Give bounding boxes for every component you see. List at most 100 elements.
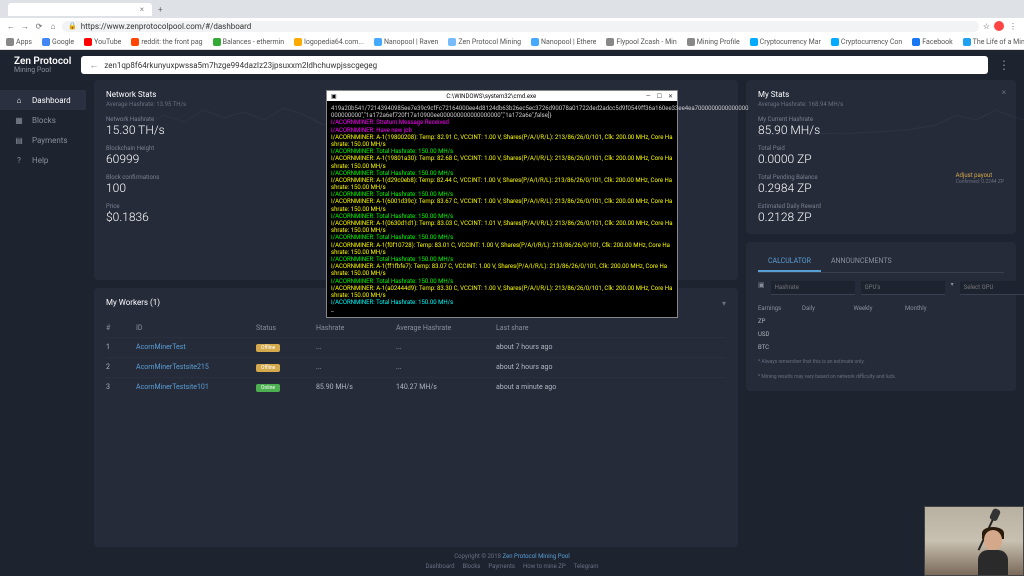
bookmark-item[interactable]: Zen Protocol Mining xyxy=(448,38,521,46)
terminal-line: 000000000","1a172a6ef720f17a10900ee00000… xyxy=(331,112,673,119)
terminal-line: I/ACORNMINER: Total Hashrate: 150.00 MH/… xyxy=(331,170,673,177)
network-stats-panel: Network Stats Average Hashrate: 13.95 TH… xyxy=(94,80,738,280)
bookmark-item[interactable]: logopedia64.com... xyxy=(294,38,364,46)
panel-title: My Stats xyxy=(758,90,1004,99)
col-earnings: Earnings xyxy=(758,305,798,312)
bookmark-item[interactable]: Flypool Zcash - Min xyxy=(606,38,676,46)
terminal-line: I/ACORNMINER: A-1(f0f10728): Temp: 83.01… xyxy=(331,242,673,249)
footer: Copyright © 2018 Zen Protocol Mining Poo… xyxy=(0,547,1024,576)
dashboard-icon: ▣ xyxy=(758,281,765,295)
logo: Zen Protocol Mining Pool xyxy=(14,56,71,75)
calc-header-row: Earnings Daily Weekly Monthly xyxy=(758,305,1004,312)
bookmark-item[interactable]: Nanopool | Raven xyxy=(374,38,438,46)
tab-calculator[interactable]: CALCULATOR xyxy=(758,252,821,272)
profile-avatar[interactable] xyxy=(994,21,1004,31)
col-daily: Daily xyxy=(802,305,850,312)
footer-nav-link[interactable]: How to mine ZP xyxy=(523,563,566,570)
payments-icon: ▤ xyxy=(14,135,24,145)
bookmark-item[interactable]: YouTube xyxy=(84,38,121,46)
terminal-titlebar[interactable]: ▣ C:\WINDOWS\system32\cmd.exe — ☐ ✕ xyxy=(327,91,677,101)
home-icon: ⌂ xyxy=(14,95,24,105)
webcam-overlay xyxy=(924,506,1024,576)
minimize-icon[interactable]: — xyxy=(646,93,651,100)
terminal-line: shrate: 150.00 MH/s xyxy=(331,292,673,299)
sidebar-item-blocks[interactable]: ▦ Blocks xyxy=(0,110,86,130)
maximize-icon[interactable]: ☐ xyxy=(657,93,662,100)
terminal-window[interactable]: ▣ C:\WINDOWS\system32\cmd.exe — ☐ ✕ 419a… xyxy=(326,90,678,318)
col-last: Last share xyxy=(496,319,726,337)
bookmark-icon[interactable]: ☆ xyxy=(983,22,990,31)
bookmark-item[interactable]: Google xyxy=(42,38,74,46)
footer-nav-link[interactable]: Blocks xyxy=(462,563,480,570)
terminal-body[interactable]: 419a20b541/72143940985ee7e39c9cfFc721640… xyxy=(327,101,677,317)
terminal-line: I/ACORNMINER: Total Hashrate: 150.00 MH/… xyxy=(331,278,673,285)
bookmark-bar: Apps Google YouTube reddit: the front pag Ba… xyxy=(0,34,1024,50)
bookmark-item[interactable]: Facebook xyxy=(912,38,952,46)
logo-subtitle: Mining Pool xyxy=(14,67,71,75)
browser-tab[interactable]: ◈ Zen Protocol Mining Pool - Das × xyxy=(8,3,152,16)
chevron-down-icon[interactable]: ▾ xyxy=(722,299,726,308)
sidebar-item-label: Dashboard xyxy=(32,96,71,105)
sidebar-item-label: Blocks xyxy=(32,116,56,125)
tab-announcements[interactable]: ANNOUNCEMENTS xyxy=(821,252,902,272)
col-num: # xyxy=(106,319,136,337)
terminal-line: I/ACORNMINER: Total Hashrate: 150.00 MH/… xyxy=(331,234,673,241)
sidebar-item-label: Help xyxy=(32,156,48,165)
sidebar-item-payments[interactable]: ▤ Payments xyxy=(0,130,86,150)
my-stats-panel: × My Stats Average Hashrate: 168.94 MH/s… xyxy=(746,80,1016,234)
menu-icon[interactable]: ⋮ xyxy=(1008,21,1018,31)
search-box[interactable]: ← xyxy=(81,56,988,74)
bookmark-item[interactable]: The Life of a Miner xyxy=(963,38,1024,46)
new-tab-button[interactable]: + xyxy=(158,5,163,14)
back-icon[interactable]: ← xyxy=(6,21,16,31)
app-header: Zen Protocol Mining Pool ← ⋮ xyxy=(0,50,1024,80)
close-icon[interactable]: × xyxy=(140,5,144,14)
footer-nav-link[interactable]: Telegram xyxy=(574,563,599,570)
close-icon[interactable]: × xyxy=(1002,88,1006,97)
sidebar-item-help[interactable]: ? Help xyxy=(0,150,86,170)
close-icon[interactable]: ✕ xyxy=(668,93,673,100)
bookmark-item[interactable]: Nanopool | Ethere xyxy=(531,38,596,46)
bookmark-item[interactable]: Mining Profile xyxy=(687,38,740,46)
home-icon[interactable]: ⌂ xyxy=(48,21,58,31)
hashrate-input[interactable] xyxy=(771,281,855,295)
bookmark-item[interactable]: Cryptocurrency Mar xyxy=(750,38,821,46)
sidebar-item-dashboard[interactable]: ⌂ Dashboard xyxy=(0,90,86,110)
terminal-line: _ xyxy=(331,306,673,313)
header-menu-icon[interactable]: ⋮ xyxy=(998,58,1010,72)
gpu-input[interactable] xyxy=(861,281,945,295)
sidebar: ⌂ Dashboard ▦ Blocks ▤ Payments ? Help xyxy=(0,80,86,547)
gpu-select[interactable] xyxy=(960,281,1024,295)
confirmed-text: Confirmed: 0.2244 ZP xyxy=(956,179,1004,185)
table-row[interactable]: 1AcornMinerTestOffline......about 7 hour… xyxy=(106,338,726,358)
footer-nav-link[interactable]: Dashboard xyxy=(425,563,454,570)
footer-link[interactable]: Zen Protocol Mining Pool xyxy=(503,553,570,560)
workers-table: # ID Status Hashrate Average Hashrate La… xyxy=(106,319,726,397)
search-back-icon[interactable]: ← xyxy=(89,60,98,71)
url-box[interactable]: 🔒 https://www.zenprotocolpool.com/#/dash… xyxy=(62,21,979,32)
table-row[interactable]: 2AcornMinerTestsite215Offline......about… xyxy=(106,358,726,378)
bookmark-item[interactable]: Apps xyxy=(6,38,32,46)
terminal-line: I/ACORNMINER: A-1(ff1fbfe7): Temp: 83.07… xyxy=(331,263,673,270)
forward-icon[interactable]: → xyxy=(20,21,30,31)
terminal-line: I/ACORNMINER: Total Hashrate: 150.00 MH/… xyxy=(331,299,673,306)
calculator-tabs: CALCULATOR ANNOUNCEMENTS xyxy=(758,252,1004,273)
chevron-down-icon[interactable]: ▾ xyxy=(951,281,954,295)
search-input[interactable] xyxy=(104,61,980,70)
terminal-line: I/ACORNMINER: Stratum Message Received xyxy=(331,119,673,126)
adjust-payout-link[interactable]: Adjust payout Confirmed: 0.2244 ZP xyxy=(956,172,1004,185)
browser-chrome: ◈ Zen Protocol Mining Pool - Das × + ← →… xyxy=(0,0,1024,50)
terminal-line: shrate: 150.00 MH/s xyxy=(331,163,673,170)
col-status: Status xyxy=(256,319,316,337)
footer-nav-link[interactable]: Payments xyxy=(488,563,515,570)
terminal-line: I/ACORNMINER: A-1(19801a30): Temp: 82.68… xyxy=(331,155,673,162)
terminal-line: shrate: 150.00 MH/s xyxy=(331,206,673,213)
reload-icon[interactable]: ⟳ xyxy=(34,21,44,31)
bookmark-item[interactable]: Balances - ethermin xyxy=(213,38,285,46)
table-row[interactable]: 3AcornMinerTestsite101Online85.90 MH/s14… xyxy=(106,378,726,397)
bookmark-item[interactable]: reddit: the front pag xyxy=(131,38,202,46)
terminal-line: I/ACORNMINER: Total Hashrate: 150.00 MH/… xyxy=(331,256,673,263)
terminal-line: I/ACORNMINER: Total Hashrate: 150.00 MH/… xyxy=(331,213,673,220)
footer-links: Dashboard Blocks Payments How to mine ZP Tel… xyxy=(0,563,1024,570)
bookmark-item[interactable]: Cryptocurrency Con xyxy=(831,38,902,46)
